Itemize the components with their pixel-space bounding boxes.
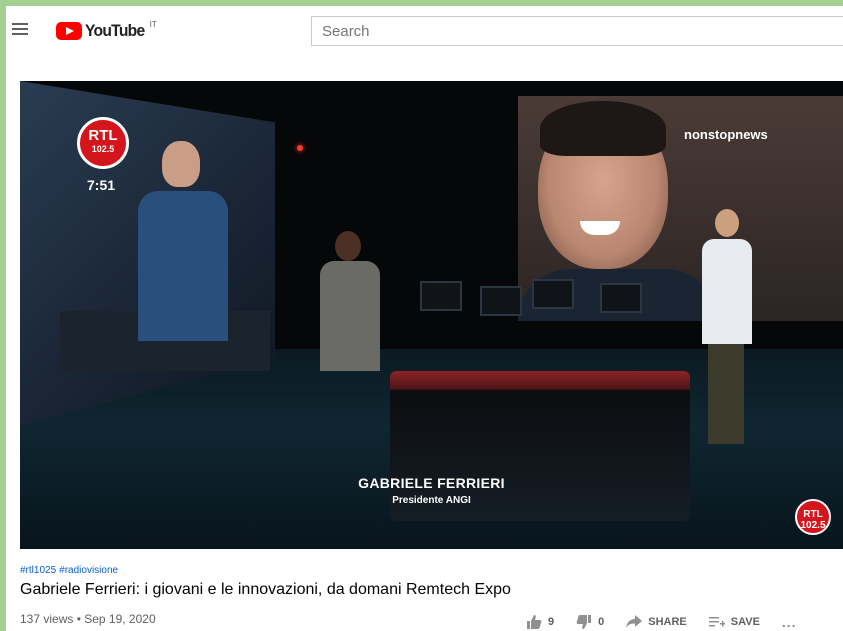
menu-icon[interactable] (12, 23, 28, 35)
youtube-logo[interactable]: YouTube IT (56, 19, 157, 41)
video-actions: 9 0 SHARE SAVE ... (526, 614, 797, 630)
share-button[interactable]: SHARE (626, 614, 687, 630)
studio-monitor (532, 279, 574, 309)
save-playlist-icon (708, 615, 726, 630)
studio-monitor (600, 283, 642, 313)
share-label: SHARE (648, 616, 687, 628)
thumb-up-icon (526, 614, 542, 630)
on-screen-clock: 7:51 (87, 177, 116, 193)
play-logo-icon (56, 22, 82, 40)
nonstopnews-overlay: nonstopnews (684, 127, 768, 142)
share-icon (626, 614, 643, 630)
hashtags: #rtl1025 #radiovisione (20, 565, 121, 576)
video-player[interactable]: RTL 102.5 7:51 nonstopnews GABRIELE FERR… (20, 81, 843, 549)
video-title: Gabriele Ferrieri: i giovani e le innova… (20, 581, 511, 598)
save-button[interactable]: SAVE (708, 615, 760, 630)
logo-text: YouTube (85, 21, 145, 40)
search-box[interactable] (311, 16, 843, 46)
view-count-date: 137 views • Sep 19, 2020 (20, 612, 156, 626)
left-screen-person (138, 191, 228, 341)
guest-hair (540, 101, 666, 156)
host-right-head (715, 209, 739, 237)
lower-third-name: GABRIELE FERRIERI (358, 475, 505, 491)
masthead: YouTube IT (6, 6, 843, 56)
country-code: IT (149, 19, 157, 29)
rtl-badge-logo: RTL 102.5 (77, 117, 129, 169)
studio-monitor (420, 281, 462, 311)
save-label: SAVE (730, 616, 760, 628)
host-left-body (320, 261, 380, 371)
rtl-corner-logo: RTL 102.5 (795, 499, 831, 535)
host-left-head (335, 231, 361, 261)
dislike-count: 0 (598, 616, 605, 628)
hashtag-link[interactable]: #rtl1025 (20, 565, 56, 576)
more-icon[interactable]: ... (782, 614, 797, 630)
like-count: 9 (548, 616, 555, 628)
studio-light (297, 145, 303, 151)
host-right-body (702, 239, 752, 344)
lower-third-role: Presidente ANGI (392, 495, 471, 506)
studio-monitor (480, 286, 522, 316)
youtube-page: YouTube IT RTL 102.5 7:51 nonstopnews (6, 6, 843, 631)
thumb-down-icon (576, 614, 592, 630)
hashtag-link[interactable]: #radiovisione (59, 565, 118, 576)
search-input[interactable] (312, 17, 843, 45)
left-screen-person-head (162, 141, 200, 187)
host-right-legs (708, 344, 744, 444)
like-button[interactable]: 9 (526, 614, 555, 630)
dislike-button[interactable]: 0 (576, 614, 605, 630)
